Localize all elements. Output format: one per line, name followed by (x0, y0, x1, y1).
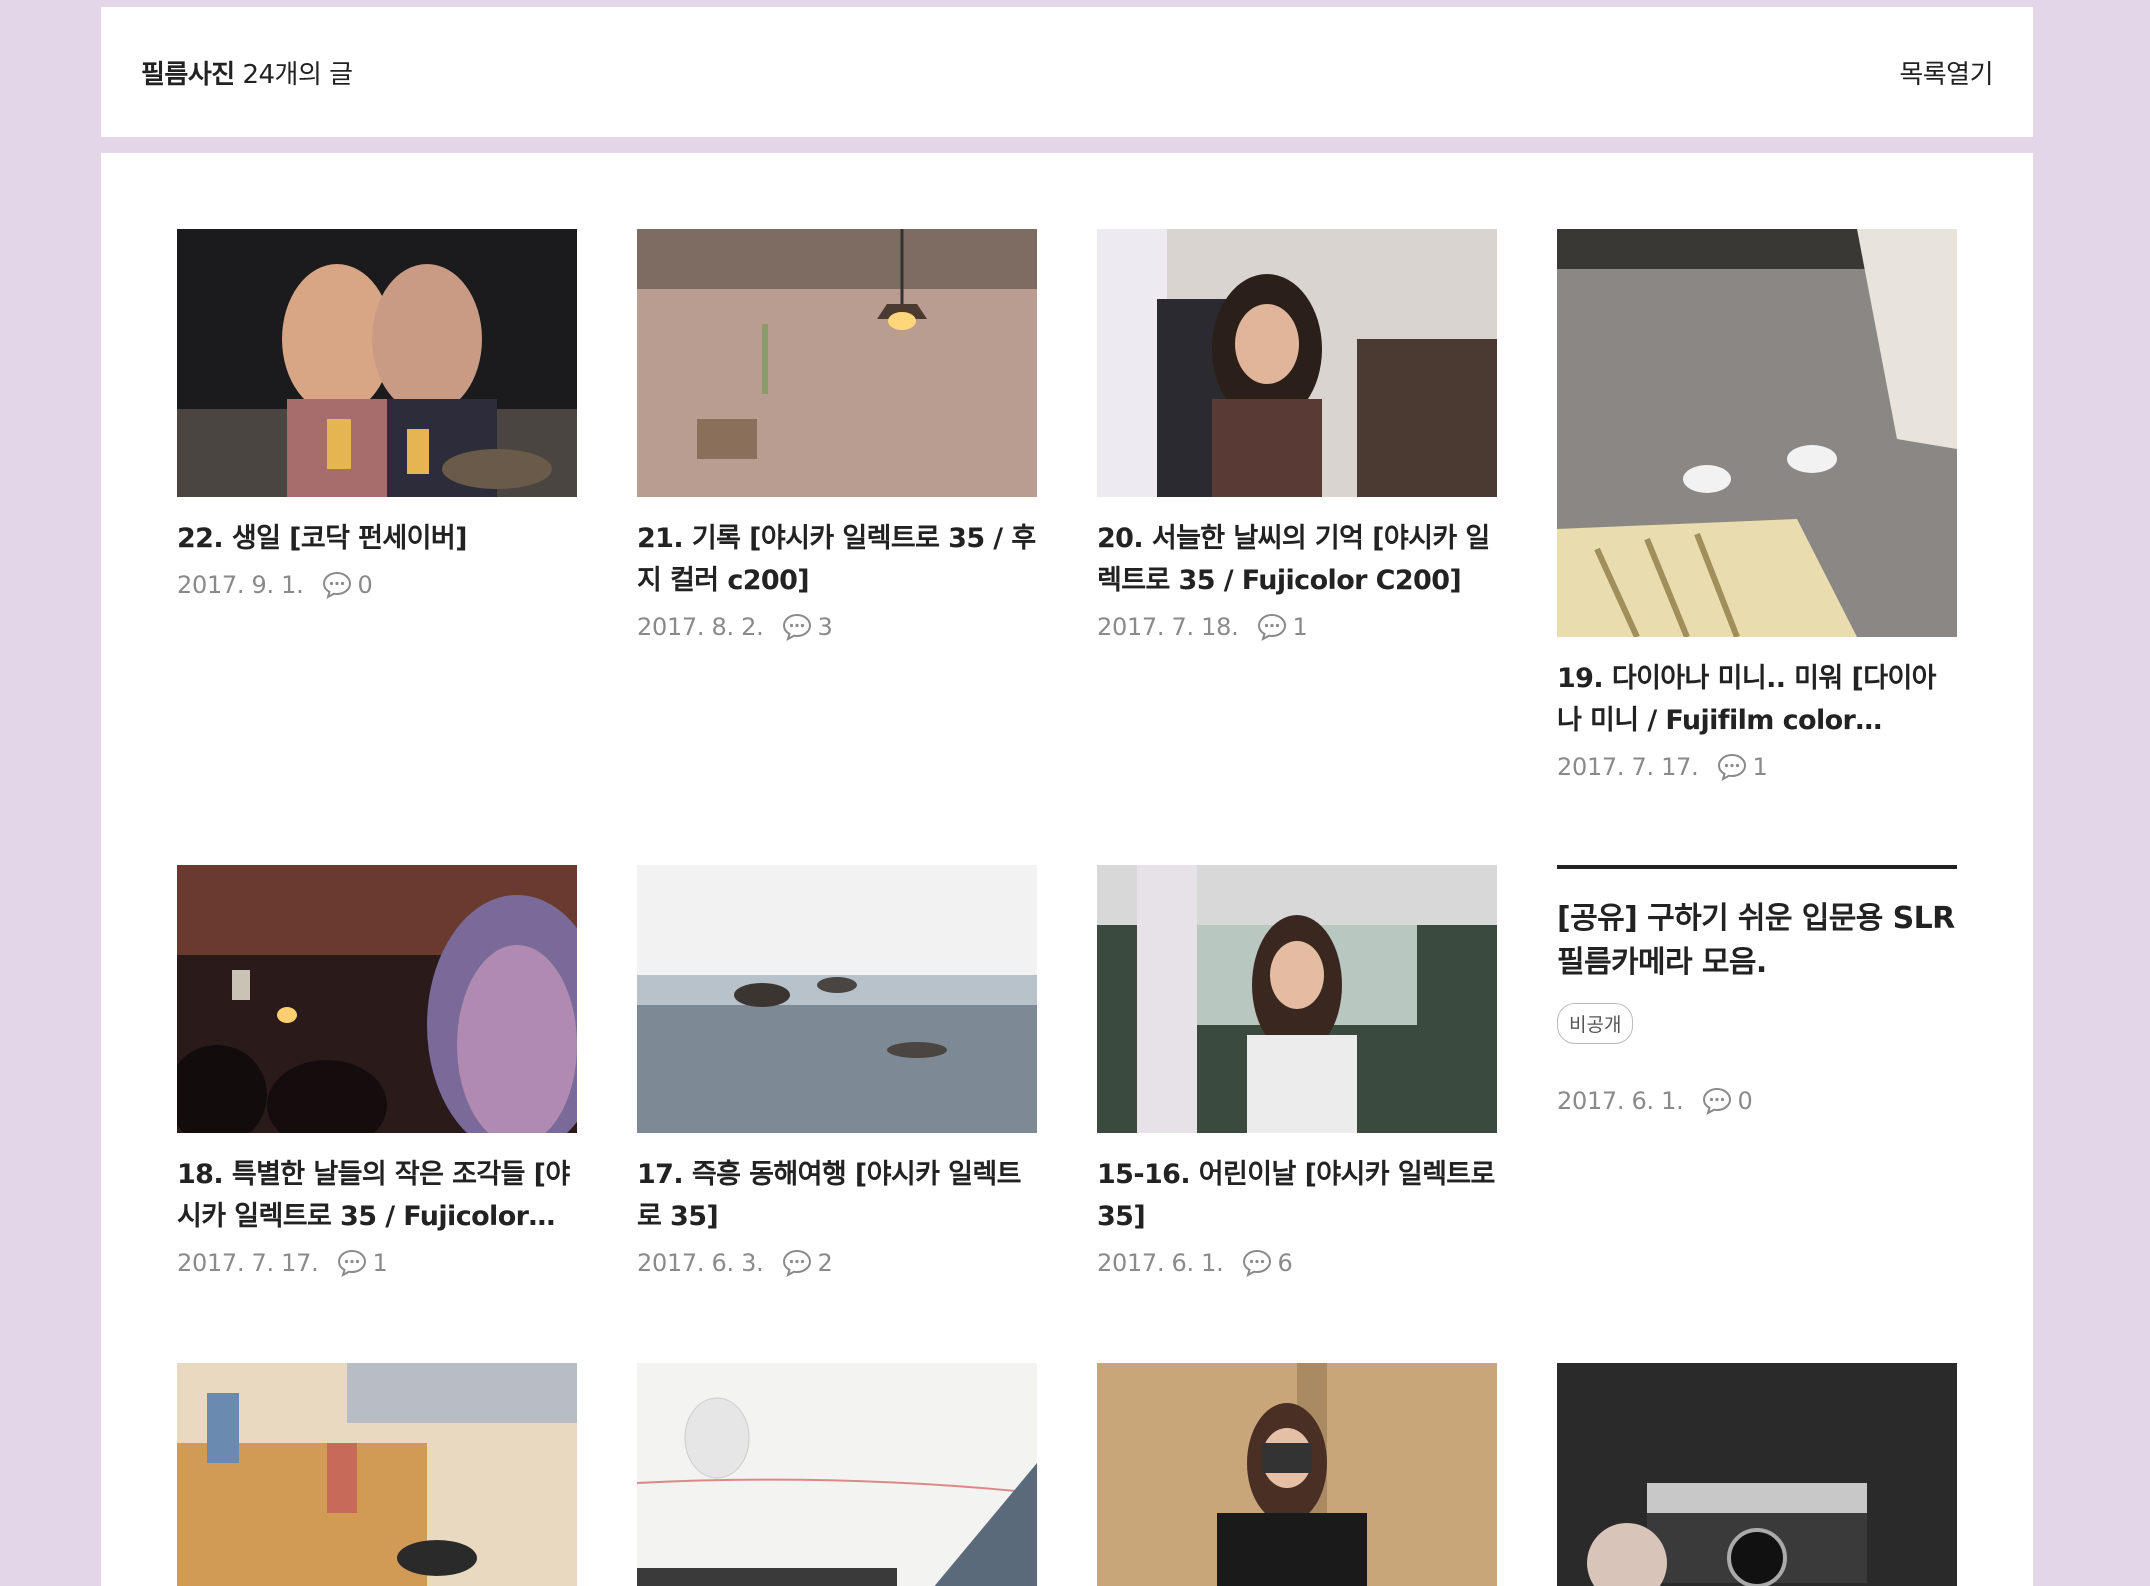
post-title[interactable]: 22. 생일 [코닥 펀세이버] (177, 518, 577, 560)
comment-number: 1 (372, 1249, 388, 1277)
post-thumbnail[interactable] (637, 1363, 1037, 1586)
comment-count: 0 (1701, 1086, 1753, 1116)
post-thumbnail[interactable] (1097, 865, 1497, 1133)
comment-number: 1 (1752, 753, 1768, 781)
post-meta: 2017. 7. 18. 1 (1097, 612, 1497, 642)
post-card[interactable]: 18. 특별한 날들의 작은 조각들 [야시카 일렉트로 35 / Fujico… (177, 865, 577, 1278)
post-date: 2017. 8. 2. (637, 613, 764, 641)
comment-number: 3 (817, 613, 833, 641)
post-meta: 2017. 7. 17. 1 (177, 1248, 577, 1278)
post-thumbnail[interactable] (1097, 1363, 1497, 1586)
post-title[interactable]: 20. 서늘한 날씨의 기억 [야시카 일렉트로 35 / Fujicolor … (1097, 518, 1497, 602)
post-title[interactable]: 15-16. 어린이날 [야시카 일렉트로 35] (1097, 1154, 1497, 1238)
private-badge: 비공개 (1557, 1003, 1634, 1044)
post-thumbnail[interactable] (1557, 1363, 1957, 1586)
post-grid: 22. 생일 [코닥 펀세이버] 2017. 9. 1. 0 21. 기록 [야… (101, 153, 2033, 1586)
comment-count: 1 (1256, 612, 1308, 642)
comment-icon (1243, 1249, 1272, 1278)
comment-number: 2 (817, 1249, 833, 1277)
post-date: 2017. 6. 1. (1097, 1249, 1224, 1277)
post-title[interactable]: 17. 즉흥 동해여행 [야시카 일렉트로 35] (637, 1154, 1037, 1238)
post-title[interactable]: 21. 기록 [야시카 일렉트로 35 / 후지 컬러 c200] (637, 518, 1037, 602)
post-date: 2017. 6. 3. (637, 1249, 764, 1277)
category-name: 필름사진 (141, 60, 235, 90)
comment-count: 1 (1716, 752, 1768, 782)
post-card[interactable]: 22. 생일 [코닥 펀세이버] 2017. 9. 1. 0 (177, 229, 577, 600)
post-thumbnail[interactable] (177, 865, 577, 1133)
post-title[interactable]: 19. 다이아나 미니.. 미워 [다이아나 미니 / Fujifilm col… (1557, 658, 1957, 742)
comment-icon (783, 613, 812, 642)
post-thumbnail[interactable] (1097, 229, 1497, 497)
text-post-card[interactable]: [공유] 구하기 쉬운 입문용 SLR 필름카메라 모음. 비공개 2017. … (1557, 865, 1957, 1116)
post-date: 2017. 7. 18. (1097, 613, 1239, 641)
post-count: 24개의 글 (242, 60, 353, 90)
post-thumbnail[interactable] (177, 1363, 577, 1586)
post-date: 2017. 7. 17. (1557, 753, 1699, 781)
comment-icon (1258, 613, 1287, 642)
comment-count: 3 (781, 612, 833, 642)
post-meta: 2017. 9. 1. 0 (177, 570, 577, 600)
divider (1557, 865, 1957, 869)
post-card[interactable]: 17. 즉흥 동해여행 [야시카 일렉트로 35] 2017. 6. 3. 2 (637, 865, 1037, 1278)
post-date: 2017. 9. 1. (177, 571, 304, 599)
comment-icon (783, 1249, 812, 1278)
post-card[interactable]: 19. 다이아나 미니.. 미워 [다이아나 미니 / Fujifilm col… (1557, 229, 1957, 782)
comment-icon (1703, 1087, 1732, 1116)
post-card[interactable] (177, 1363, 577, 1586)
post-card[interactable]: 21. 기록 [야시카 일렉트로 35 / 후지 컬러 c200] 2017. … (637, 229, 1037, 642)
comment-number: 6 (1277, 1249, 1293, 1277)
text-post-title[interactable]: [공유] 구하기 쉬운 입문용 SLR 필름카메라 모음. (1557, 897, 1957, 985)
category-title: 필름사진 24개의 글 (141, 54, 353, 91)
post-meta: 2017. 6. 1. 6 (1097, 1248, 1497, 1278)
comment-icon (1718, 753, 1747, 782)
comment-count: 0 (321, 570, 373, 600)
post-card[interactable] (1097, 1363, 1497, 1586)
post-card[interactable]: 20. 서늘한 날씨의 기억 [야시카 일렉트로 35 / Fujicolor … (1097, 229, 1497, 642)
comment-count: 1 (336, 1248, 388, 1278)
post-date: 2017. 6. 1. (1557, 1087, 1684, 1115)
post-card[interactable] (637, 1363, 1037, 1586)
post-thumbnail[interactable] (1557, 229, 1957, 637)
post-card[interactable]: 15-16. 어린이날 [야시카 일렉트로 35] 2017. 6. 1. 6 (1097, 865, 1497, 1278)
post-date: 2017. 7. 17. (177, 1249, 319, 1277)
comment-icon (323, 571, 352, 600)
category-header: 필름사진 24개의 글 목록열기 (101, 7, 2033, 137)
post-meta: 2017. 8. 2. 3 (637, 612, 1037, 642)
open-list-button[interactable]: 목록열기 (1899, 54, 1993, 91)
comment-count: 2 (781, 1248, 833, 1278)
post-meta: 2017. 7. 17. 1 (1557, 752, 1957, 782)
post-meta: 2017. 6. 3. 2 (637, 1248, 1037, 1278)
post-thumbnail[interactable] (637, 865, 1037, 1133)
post-meta: 2017. 6. 1. 0 (1557, 1086, 1957, 1116)
comment-count: 6 (1241, 1248, 1293, 1278)
comment-number: 1 (1292, 613, 1308, 641)
post-card[interactable] (1557, 1363, 1957, 1586)
post-title[interactable]: 18. 특별한 날들의 작은 조각들 [야시카 일렉트로 35 / Fujico… (177, 1154, 577, 1238)
post-thumbnail[interactable] (637, 229, 1037, 497)
post-thumbnail[interactable] (177, 229, 577, 497)
comment-number: 0 (357, 571, 373, 599)
comment-number: 0 (1737, 1087, 1753, 1115)
comment-icon (338, 1249, 367, 1278)
